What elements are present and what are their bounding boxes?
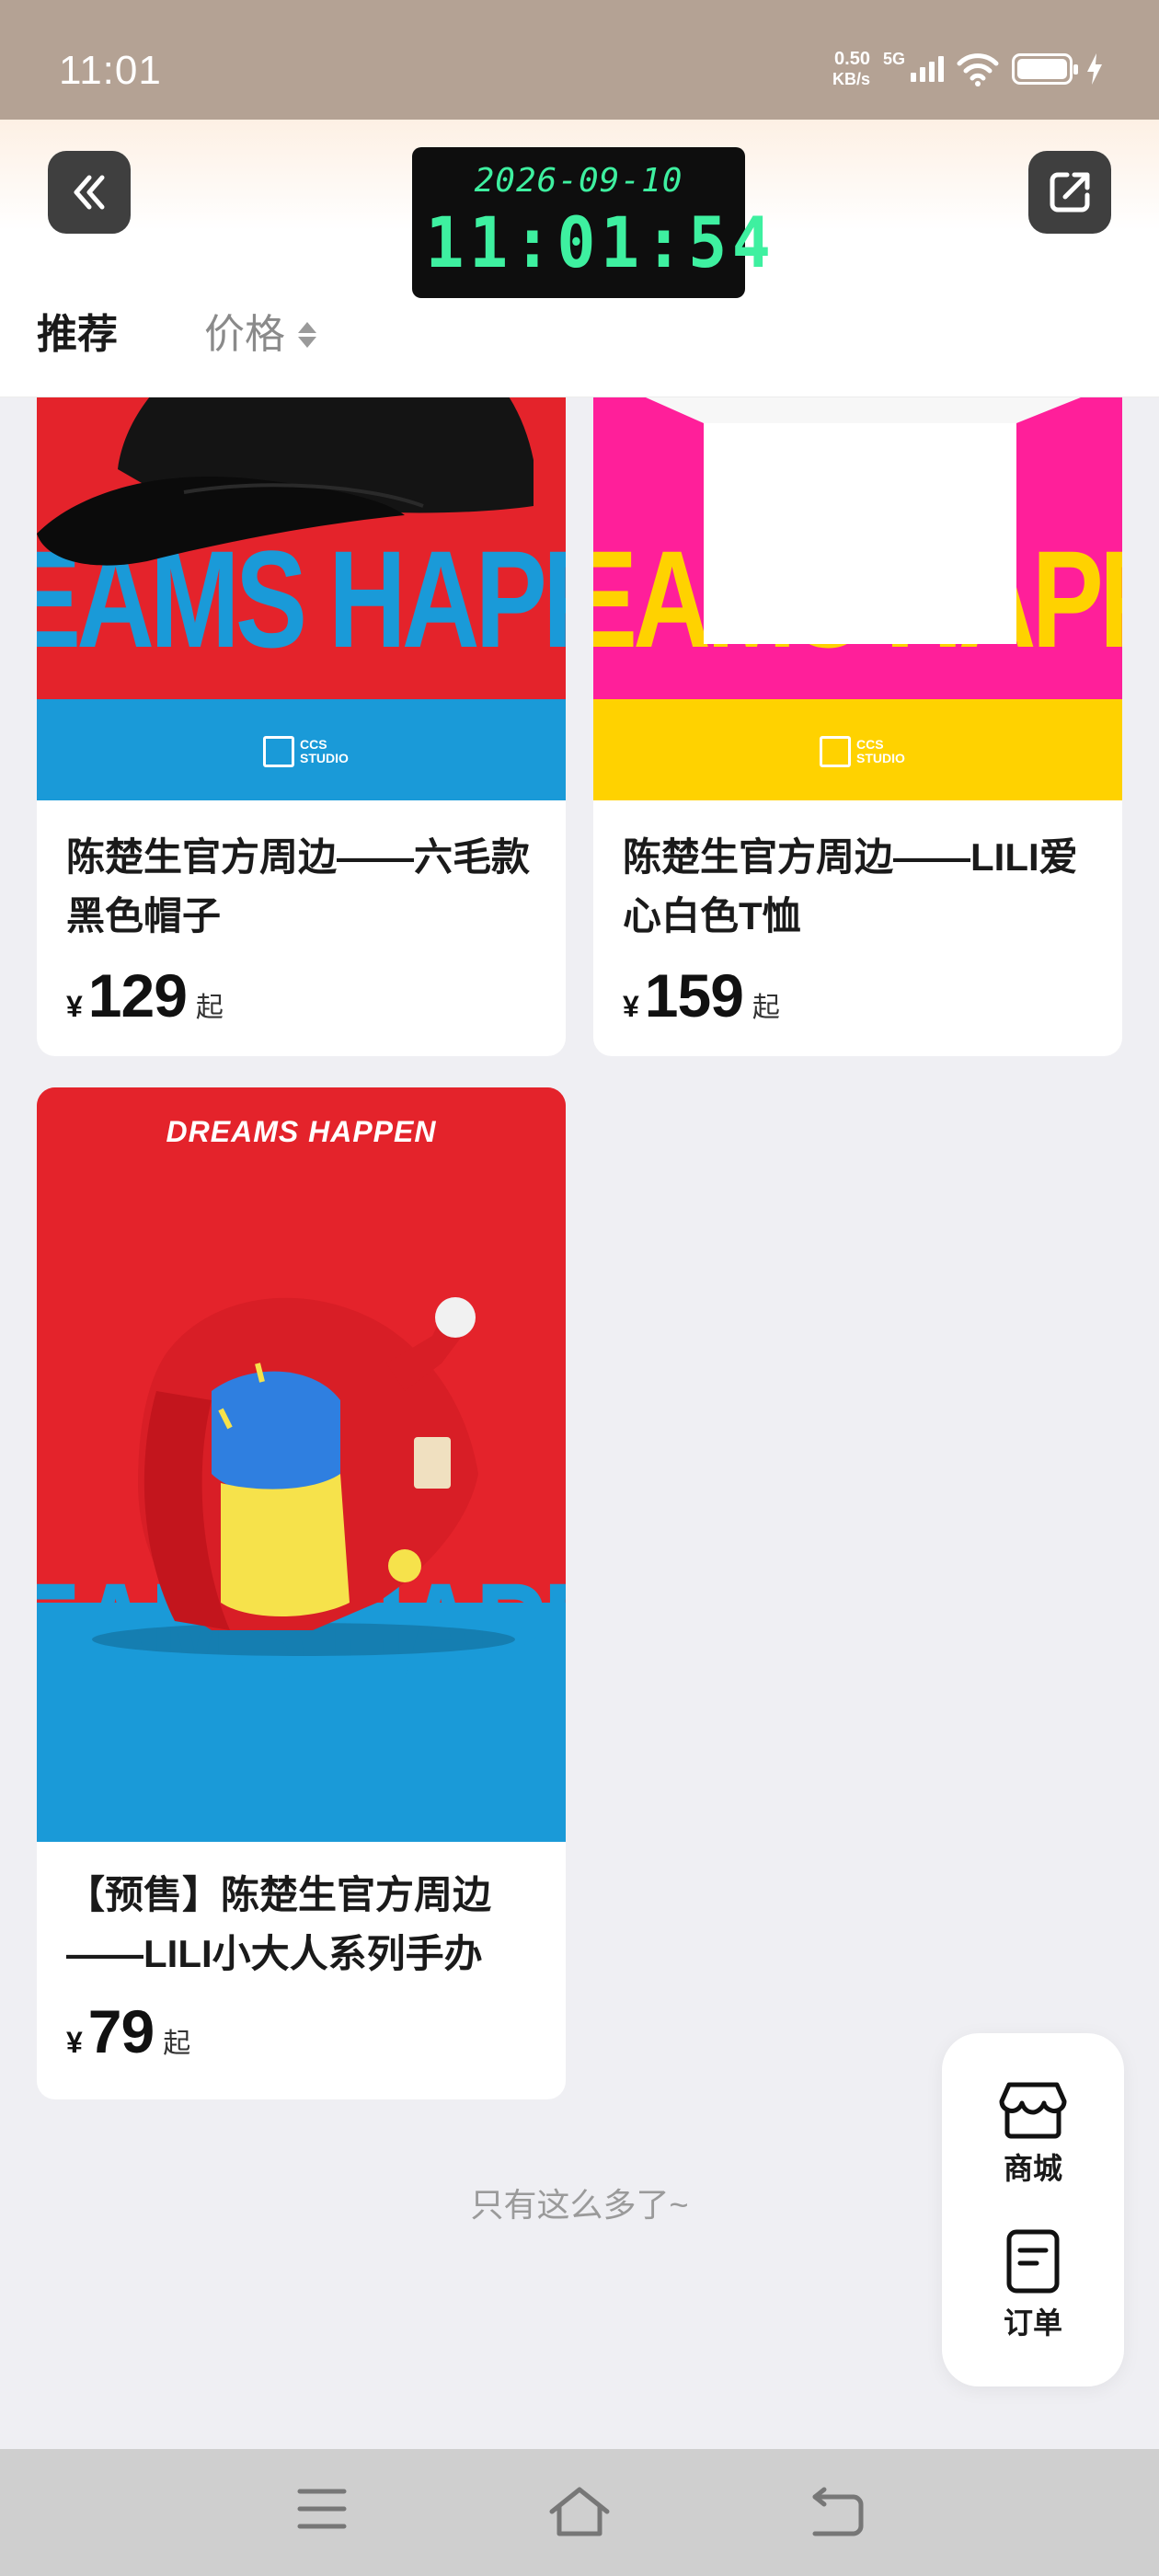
- share-icon: [1050, 172, 1090, 213]
- battery-icon: [1012, 53, 1078, 85]
- studio-logo: CCS STUDIO: [263, 736, 349, 767]
- back-button[interactable]: [48, 151, 131, 234]
- home-icon[interactable]: [548, 2486, 611, 2537]
- product-title: 陈楚生官方周边——LILI爱心白色T恤: [623, 835, 1078, 937]
- signal-icon: [911, 56, 944, 82]
- tab-price-label: 价格: [204, 312, 285, 357]
- network-speed: 0.50 KB/s: [832, 49, 870, 88]
- back-nav-icon[interactable]: [809, 2486, 865, 2537]
- product-card[interactable]: DREAMS HAPPEN EAMS HAPP 【预售】陈楚生官方周边——LIL…: [37, 1087, 566, 2099]
- clock-date: 2026-09-10: [474, 162, 683, 200]
- product-price: ¥ 129 起: [66, 961, 224, 1029]
- orders-button[interactable]: 订单: [942, 2228, 1124, 2342]
- store-icon: [999, 2082, 1067, 2139]
- page-header: 2026-09-10 11:01:54 推荐 价格: [0, 120, 1159, 397]
- status-bar: 11:01 0.50 KB/s 5G: [0, 0, 1159, 120]
- floating-menu: 商城 订单: [942, 2033, 1124, 2386]
- tab-recommend[interactable]: 推荐: [37, 309, 118, 361]
- wifi-icon: [957, 53, 999, 86]
- share-button[interactable]: [1028, 151, 1111, 234]
- menu-icon[interactable]: [296, 2486, 348, 2532]
- network-type: 5G: [882, 50, 905, 68]
- status-time: 11:01: [59, 48, 162, 93]
- tab-price[interactable]: 价格: [204, 309, 316, 361]
- clock-time: 11:01:54: [425, 201, 776, 283]
- sort-tabs: 推荐 价格: [37, 309, 316, 361]
- product-card[interactable]: EAMS HAPP CCS STUDIO 陈楚生官方周边——LILI爱心白色T恤…: [593, 331, 1122, 1056]
- order-list-icon: [1006, 2229, 1060, 2294]
- product-card[interactable]: EAMS HAPP CCS STUDIO 陈楚生官方周边——六毛款黑色帽子 ¥ …: [37, 331, 566, 1056]
- orders-label: 订单: [1003, 2306, 1062, 2340]
- product-price: ¥ 159 起: [623, 961, 780, 1029]
- status-icons: 0.50 KB/s 5G: [832, 46, 1104, 92]
- product-title: 陈楚生官方周边——六毛款黑色帽子: [66, 835, 531, 937]
- product-title: 【预售】陈楚生官方周边——LILI小大人系列手办: [66, 1873, 492, 1975]
- product-image: DREAMS HAPPEN EAMS HAPP: [37, 1087, 566, 1842]
- shop-label: 商城: [1003, 2152, 1062, 2185]
- shop-button[interactable]: 商城: [942, 2079, 1124, 2188]
- charging-icon: [1087, 53, 1102, 85]
- figure-image: [92, 1297, 515, 1656]
- product-image: EAMS HAPP CCS STUDIO: [593, 331, 1122, 800]
- studio-logo: CCS STUDIO: [820, 736, 905, 767]
- sort-arrows-icon: [298, 322, 316, 348]
- double-chevron-left-icon: [74, 175, 105, 210]
- product-image: EAMS HAPP CCS STUDIO: [37, 331, 566, 800]
- digital-clock-overlay: 2026-09-10 11:01:54: [412, 147, 776, 298]
- system-nav-bar: [0, 2449, 1159, 2576]
- product-price: ¥ 79 起: [66, 1997, 191, 2065]
